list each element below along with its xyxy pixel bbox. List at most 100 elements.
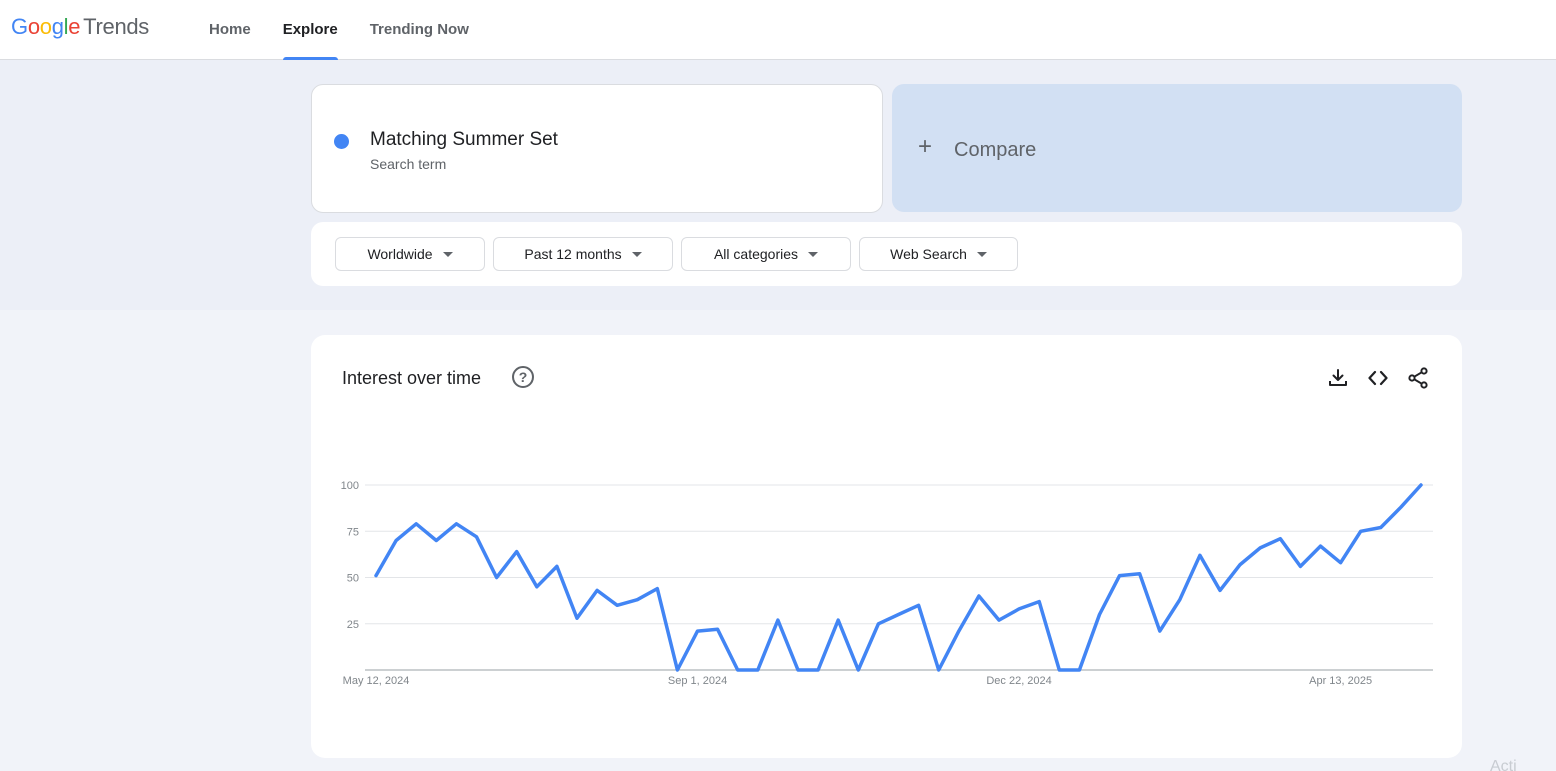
search-type-filter-label: Web Search: [890, 246, 967, 262]
interest-over-time-chart: 25 50 75 100 May 12, 2024 Sep 1, 2024 Dec 22, …: [341, 480, 1433, 687]
logo-letter: g: [51, 14, 64, 39]
data-point: [1298, 564, 1302, 568]
nav-trending-now[interactable]: Trending Now: [370, 0, 469, 60]
caret-down-icon: [631, 251, 642, 257]
logo-letter: G: [11, 14, 28, 39]
data-point: [495, 576, 499, 580]
x-tick-label: Sep 1, 2024: [668, 675, 727, 687]
data-point: [876, 622, 880, 626]
data-point: [1077, 668, 1081, 672]
logo-letter: e: [68, 14, 81, 39]
data-point: [1339, 561, 1343, 565]
data-point: [1118, 574, 1122, 578]
x-tick-label: May 12, 2024: [343, 675, 410, 687]
data-point: [696, 629, 700, 633]
logo-letter: o: [39, 14, 52, 39]
logo-suffix: Trends: [83, 14, 150, 39]
data-point: [1419, 483, 1423, 487]
data-point: [897, 613, 901, 617]
data-point: [796, 668, 800, 672]
data-point: [454, 522, 458, 526]
region-filter-dropdown[interactable]: Worldwide: [335, 237, 485, 271]
caret-down-icon: [976, 251, 987, 257]
data-point: [1399, 505, 1403, 509]
data-point: [736, 668, 740, 672]
data-point: [1158, 629, 1162, 633]
time-range-filter-dropdown[interactable]: Past 12 months: [493, 237, 673, 271]
data-point: [1198, 553, 1202, 557]
search-type-filter-dropdown[interactable]: Web Search: [859, 237, 1018, 271]
x-tick-label: Apr 13, 2025: [1309, 675, 1372, 687]
data-point: [575, 616, 579, 620]
data-point: [1097, 613, 1101, 617]
data-point: [374, 574, 378, 578]
data-point: [675, 668, 679, 672]
logo-letter: o: [27, 14, 40, 39]
caret-down-icon: [442, 251, 453, 257]
data-point: [1138, 572, 1142, 576]
y-tick-label: 25: [347, 619, 359, 631]
data-point: [515, 550, 519, 554]
data-point: [756, 668, 760, 672]
google-trends-logo[interactable]: Google Trends: [11, 14, 149, 40]
data-point: [635, 598, 639, 602]
nav-explore[interactable]: Explore: [282, 0, 338, 61]
data-point: [856, 668, 860, 672]
data-point: [977, 594, 981, 598]
data-point: [1278, 537, 1282, 541]
top-app-bar: Google Trends Home Explore Trending Now: [0, 0, 1556, 61]
interest-over-time-card: 25 50 75 100 May 12, 2024 Sep 1, 2024 Dec 22, …: [311, 335, 1462, 758]
share-icon[interactable]: [1406, 366, 1430, 390]
search-term-card[interactable]: Matching Summer Set Search term: [311, 84, 883, 213]
y-tick-label: 50: [347, 573, 359, 585]
data-point: [836, 618, 840, 622]
data-point: [595, 588, 599, 592]
data-point: [555, 564, 559, 568]
activate-windows-watermark: Acti: [1490, 758, 1517, 771]
region-filter-label: Worldwide: [367, 246, 433, 262]
x-tick-label: Dec 22, 2024: [986, 675, 1051, 687]
data-point: [957, 629, 961, 633]
chart-title: Interest over time: [342, 368, 482, 388]
main-nav: Home Explore Trending Now: [209, 0, 469, 61]
time-range-filter-label: Past 12 months: [524, 246, 622, 262]
data-point: [414, 522, 418, 526]
data-point: [1057, 668, 1061, 672]
search-term-name[interactable]: Matching Summer Set: [370, 129, 558, 151]
data-point: [1037, 600, 1041, 604]
download-icon[interactable]: [1326, 366, 1350, 390]
search-term-subtitle: Search term: [370, 156, 447, 172]
data-point: [1218, 588, 1222, 592]
google-wordmark: Google: [11, 14, 80, 39]
data-point: [394, 539, 398, 543]
category-filter-label: All categories: [713, 246, 799, 262]
data-point: [1359, 529, 1363, 533]
data-point: [997, 618, 1001, 622]
data-point: [474, 535, 478, 539]
data-point: [816, 668, 820, 672]
filter-bar: Worldwide Past 12 months All categories …: [311, 222, 1462, 286]
data-point: [1238, 563, 1242, 567]
caret-down-icon: [808, 251, 819, 257]
compare-button[interactable]: + Compare: [892, 84, 1462, 212]
help-icon[interactable]: ?: [512, 366, 534, 388]
data-point: [535, 585, 539, 589]
data-point: [1178, 598, 1182, 602]
series-color-dot: [334, 134, 349, 149]
data-point: [655, 587, 659, 591]
data-point: [917, 603, 921, 607]
y-tick-label: 75: [347, 526, 359, 538]
data-point: [434, 539, 438, 543]
data-point: [1379, 526, 1383, 530]
data-point: [615, 603, 619, 607]
compare-label: Compare: [954, 139, 1037, 161]
data-point: [1258, 546, 1262, 550]
data-point: [776, 618, 780, 622]
data-point: [716, 627, 720, 631]
nav-home[interactable]: Home: [209, 0, 251, 60]
y-tick-label: 100: [341, 480, 359, 492]
data-point: [937, 668, 941, 672]
data-point: [1017, 607, 1021, 611]
category-filter-dropdown[interactable]: All categories: [681, 237, 851, 271]
embed-code-icon[interactable]: [1366, 366, 1390, 390]
